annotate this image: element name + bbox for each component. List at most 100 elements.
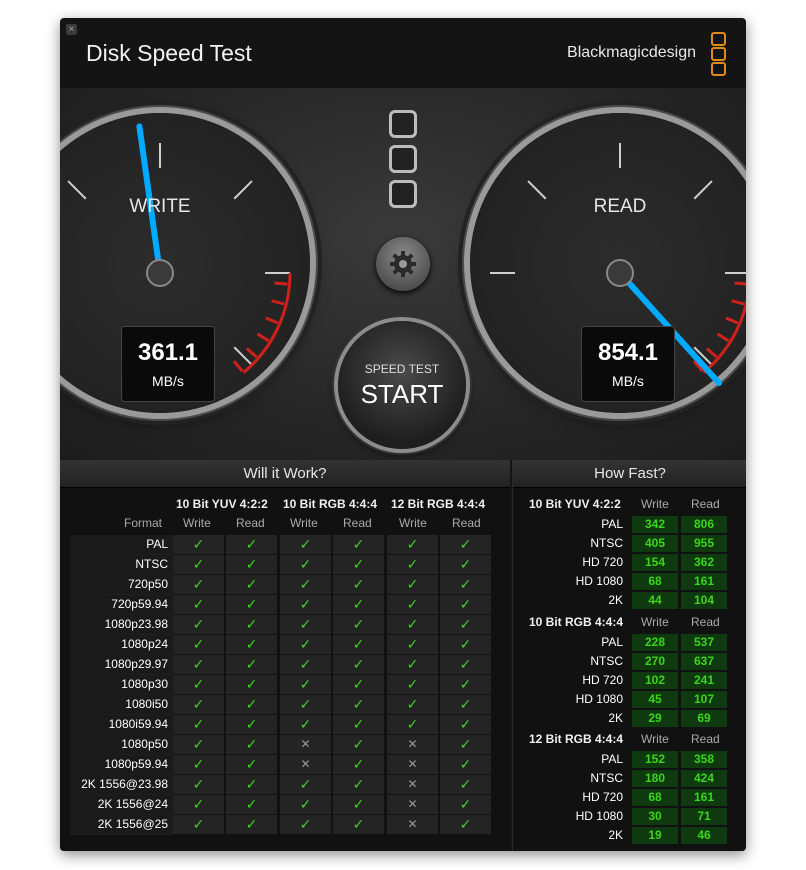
gauge-redline-arc	[242, 272, 292, 374]
will-it-work-panel: Will it Work? 10 Bit YUV 4:2:2 10 Bit RG…	[60, 460, 510, 851]
gauge-redline-tick	[716, 332, 730, 343]
cross-icon: ✕	[280, 755, 331, 774]
check-icon: ✓	[173, 555, 224, 574]
check-icon: ✓	[440, 755, 491, 774]
read-speed-unit: MB/s	[612, 373, 644, 389]
check-icon: ✓	[333, 655, 384, 674]
read-speed-cell: 46	[681, 827, 727, 844]
read-speed-cell: 71	[681, 808, 727, 825]
check-icon: ✓	[387, 635, 438, 654]
check-icon: ✓	[280, 775, 331, 794]
format-label: 2K 1556@25	[70, 815, 173, 834]
write-speed-cell: 228	[632, 634, 678, 651]
cross-icon: ✕	[280, 735, 331, 754]
gauge-redline-arc	[702, 297, 746, 374]
write-gauge: WRITE 361.1 MB/s	[60, 113, 310, 413]
check-icon: ✓	[387, 715, 438, 734]
read-speed-cell: 107	[681, 691, 727, 708]
check-icon: ✓	[387, 575, 438, 594]
read-speed-cell: 424	[681, 770, 727, 787]
format-label: 1080p50	[70, 735, 173, 754]
check-icon: ✓	[440, 555, 491, 574]
check-icon: ✓	[440, 815, 491, 834]
check-icon: ✓	[440, 735, 491, 754]
check-icon: ✓	[173, 675, 224, 694]
fast-group-header: 10 Bit YUV 4:2:2	[529, 497, 621, 511]
write-speed-cell: 68	[632, 573, 678, 590]
check-icon: ✓	[280, 795, 331, 814]
gauge-redline-tick	[734, 281, 746, 286]
will-group-header: 10 Bit RGB 4:4:4	[283, 497, 378, 511]
fast-row-label: HD 720	[582, 673, 623, 687]
format-label: 1080i59.94	[70, 715, 173, 734]
check-icon: ✓	[173, 595, 224, 614]
fast-row-label: HD 1080	[575, 574, 623, 588]
compat-column: ✓ ✓ ✓ ✓ ✓ ✓ ✓ ✓ ✓ ✓ ✓ ✓ ✓ ✓ ✓	[440, 535, 491, 835]
check-icon: ✓	[226, 575, 277, 594]
read-readout: 854.1 MB/s	[581, 326, 675, 402]
write-column-header: Write	[641, 732, 669, 746]
check-icon: ✓	[333, 775, 384, 794]
check-icon: ✓	[280, 635, 331, 654]
check-icon: ✓	[333, 635, 384, 654]
read-column-header: Read	[691, 732, 720, 746]
read-speed-value: 854.1	[597, 339, 659, 366]
start-button[interactable]: SPEED TEST START	[338, 321, 466, 449]
check-icon: ✓	[226, 735, 277, 754]
write-speed-cell: 342	[632, 516, 678, 533]
write-readout: 361.1 MB/s	[121, 326, 215, 402]
check-icon: ✓	[226, 595, 277, 614]
compat-column: ✓ ✓ ✓ ✓ ✓ ✓ ✓ ✓ ✓ ✓ ✕ ✕ ✓ ✓ ✓	[280, 535, 331, 835]
fast-row-label: PAL	[601, 635, 623, 649]
check-icon: ✓	[280, 695, 331, 714]
gauge-redline-tick	[245, 347, 258, 359]
will-group-header: 10 Bit YUV 4:2:2	[176, 497, 268, 511]
settings-button[interactable]	[376, 237, 430, 291]
check-icon: ✓	[226, 635, 277, 654]
format-label: PAL	[70, 535, 173, 554]
format-label: 720p50	[70, 575, 173, 594]
fast-row-label: HD 720	[582, 555, 623, 569]
format-label: NTSC	[70, 555, 173, 574]
write-speed-cell: 30	[632, 808, 678, 825]
fast-group-header: 10 Bit RGB 4:4:4	[529, 615, 624, 629]
check-icon: ✓	[226, 615, 277, 634]
format-label: 1080p24	[70, 635, 173, 654]
check-icon: ✓	[333, 575, 384, 594]
status-indicator-icon	[389, 110, 417, 215]
compat-column: ✓ ✓ ✓ ✓ ✓ ✓ ✓ ✓ ✓ ✓ ✓ ✓ ✓ ✓ ✓	[173, 535, 224, 835]
write-column-header: Write	[399, 516, 427, 530]
compat-column: ✓ ✓ ✓ ✓ ✓ ✓ ✓ ✓ ✓ ✓ ✓ ✓ ✓ ✓ ✓	[333, 535, 384, 835]
gauge-redline-tick	[725, 316, 739, 325]
gauge-redline-tick	[256, 332, 270, 343]
check-icon: ✓	[440, 795, 491, 814]
fast-row-label: NTSC	[590, 771, 623, 785]
write-speed-cell: 154	[632, 554, 678, 571]
read-speed-cell: 806	[681, 516, 727, 533]
check-icon: ✓	[226, 795, 277, 814]
start-button-subtitle: SPEED TEST	[364, 362, 440, 376]
fast-row-label: 2K	[608, 828, 623, 842]
close-icon[interactable]: ×	[66, 24, 77, 35]
gauge-redline-tick	[232, 360, 244, 373]
fast-row-label: 2K	[608, 593, 623, 607]
check-icon: ✓	[173, 775, 224, 794]
format-column-header: Format	[124, 516, 163, 530]
write-speed-cell: 68	[632, 789, 678, 806]
write-column-header: Write	[641, 497, 669, 511]
how-fast-panel: How Fast? 10 Bit YUV 4:2:2 Write Read PAL 34…	[512, 460, 746, 851]
read-column-header: Read	[343, 516, 372, 530]
check-icon: ✓	[280, 715, 331, 734]
check-icon: ✓	[333, 715, 384, 734]
will-it-work-title: Will it Work?	[60, 460, 510, 488]
read-speed-cell: 358	[681, 751, 727, 768]
check-icon: ✓	[226, 715, 277, 734]
check-icon: ✓	[280, 555, 331, 574]
check-icon: ✓	[387, 535, 438, 554]
format-label: 2K 1556@23.98	[70, 775, 173, 794]
read-column-header: Read	[691, 615, 720, 629]
format-label: 720p59.94	[70, 595, 173, 614]
check-icon: ✓	[226, 775, 277, 794]
gauge-panel: WRITE 361.1 MB/s READ 854.1 MB/s SPEED T…	[60, 88, 746, 460]
fast-row-label: PAL	[601, 752, 623, 766]
